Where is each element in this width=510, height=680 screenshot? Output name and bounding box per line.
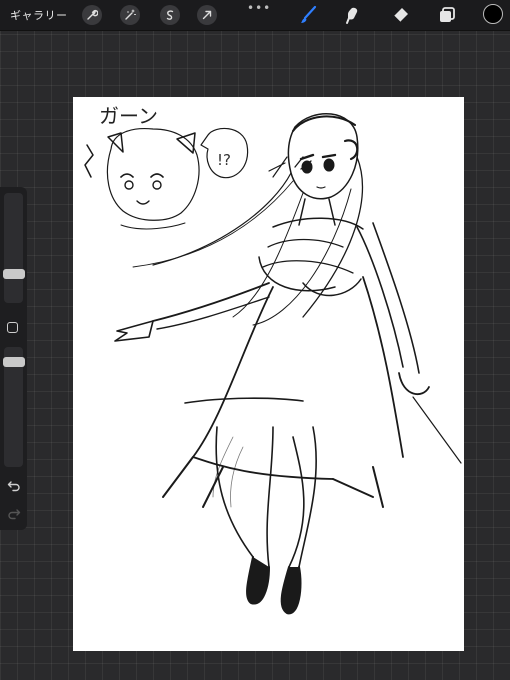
bubble-text: !? bbox=[217, 151, 231, 169]
top-toolbar: ギャラリー ••• bbox=[0, 0, 510, 31]
sketch-text: ガーン bbox=[99, 104, 158, 128]
opacity-handle[interactable] bbox=[3, 357, 25, 367]
redo-icon[interactable] bbox=[7, 507, 21, 521]
magic-wand-icon[interactable] bbox=[120, 5, 140, 25]
gallery-button[interactable]: ギャラリー bbox=[10, 7, 68, 23]
selection-icon[interactable] bbox=[160, 5, 180, 25]
wrench-icon[interactable] bbox=[82, 5, 102, 25]
color-picker-button[interactable] bbox=[483, 4, 503, 24]
drawing-canvas[interactable]: ガーン !? bbox=[73, 97, 464, 651]
brush-icon[interactable] bbox=[298, 4, 320, 26]
smudge-icon[interactable] bbox=[342, 4, 364, 26]
brush-size-handle[interactable] bbox=[3, 269, 25, 279]
layers-icon[interactable] bbox=[436, 4, 458, 26]
eraser-icon[interactable] bbox=[390, 4, 412, 26]
undo-icon[interactable] bbox=[7, 479, 21, 493]
sketch-drawing: ガーン !? bbox=[84, 104, 462, 615]
modify-button[interactable] bbox=[7, 322, 18, 333]
transform-arrow-icon[interactable] bbox=[197, 5, 217, 25]
sidebar bbox=[0, 187, 27, 530]
brush-size-slider[interactable] bbox=[4, 193, 23, 303]
more-actions-icon[interactable]: ••• bbox=[247, 1, 271, 15]
